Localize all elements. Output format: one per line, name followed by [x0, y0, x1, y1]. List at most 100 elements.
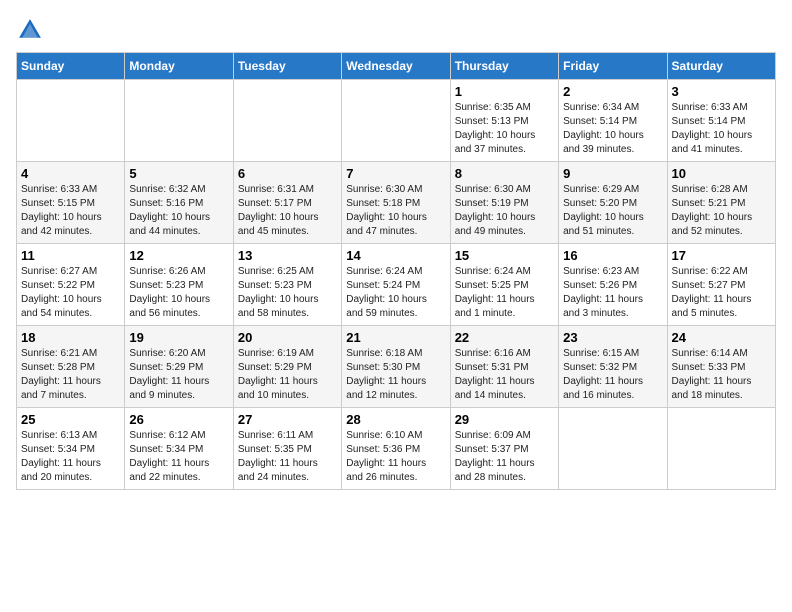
day-number: 28 [346, 412, 445, 427]
day-number: 7 [346, 166, 445, 181]
calendar-cell: 27 Sunrise: 6:11 AM Sunset: 5:35 PM Dayli… [233, 408, 341, 490]
day-number: 9 [563, 166, 662, 181]
day-number: 26 [129, 412, 228, 427]
calendar-cell: 22 Sunrise: 6:16 AM Sunset: 5:31 PM Dayli… [450, 326, 558, 408]
day-number: 11 [21, 248, 120, 263]
day-number: 5 [129, 166, 228, 181]
week-row-3: 11 Sunrise: 6:27 AM Sunset: 5:22 PM Dayli… [17, 244, 776, 326]
weekday-header-wednesday: Wednesday [342, 53, 450, 80]
day-info: Sunrise: 6:32 AM Sunset: 5:16 PM Dayligh… [129, 183, 228, 239]
day-info: Sunrise: 6:26 AM Sunset: 5:23 PM Dayligh… [129, 265, 228, 321]
calendar-cell: 1Sunrise: 6:35 AM Sunset: 5:13 PM Daylig… [450, 80, 558, 162]
calendar-cell: 10 Sunrise: 6:28 AM Sunset: 5:21 PM Dayli… [667, 162, 775, 244]
calendar-cell: 29 Sunrise: 6:09 AM Sunset: 5:37 PM Dayli… [450, 408, 558, 490]
calendar-cell: 18 Sunrise: 6:21 AM Sunset: 5:28 PM Dayli… [17, 326, 125, 408]
calendar-cell: 21 Sunrise: 6:18 AM Sunset: 5:30 PM Dayli… [342, 326, 450, 408]
day-info: Sunrise: 6:24 AM Sunset: 5:25 PM Dayligh… [455, 265, 554, 321]
day-number: 29 [455, 412, 554, 427]
day-number: 17 [672, 248, 771, 263]
day-number: 27 [238, 412, 337, 427]
calendar-cell: 15 Sunrise: 6:24 AM Sunset: 5:25 PM Dayli… [450, 244, 558, 326]
calendar-cell: 7 Sunrise: 6:30 AM Sunset: 5:18 PM Daylig… [342, 162, 450, 244]
day-info: Sunrise: 6:31 AM Sunset: 5:17 PM Dayligh… [238, 183, 337, 239]
day-info: Sunrise: 6:33 AM Sunset: 5:15 PM Dayligh… [21, 183, 120, 239]
day-info: Sunrise: 6:30 AM Sunset: 5:18 PM Dayligh… [346, 183, 445, 239]
weekday-header-monday: Monday [125, 53, 233, 80]
day-number: 8 [455, 166, 554, 181]
day-info: Sunrise: 6:18 AM Sunset: 5:30 PM Dayligh… [346, 347, 445, 403]
day-number: 24 [672, 330, 771, 345]
weekday-header-sunday: Sunday [17, 53, 125, 80]
calendar-cell: 11 Sunrise: 6:27 AM Sunset: 5:22 PM Dayli… [17, 244, 125, 326]
day-number: 13 [238, 248, 337, 263]
day-info: Sunrise: 6:19 AM Sunset: 5:29 PM Dayligh… [238, 347, 337, 403]
calendar-cell: 17 Sunrise: 6:22 AM Sunset: 5:27 PM Dayli… [667, 244, 775, 326]
calendar-cell: 4 Sunrise: 6:33 AM Sunset: 5:15 PM Daylig… [17, 162, 125, 244]
day-info: Sunrise: 6:30 AM Sunset: 5:19 PM Dayligh… [455, 183, 554, 239]
day-info: Sunrise: 6:16 AM Sunset: 5:31 PM Dayligh… [455, 347, 554, 403]
day-number: 2 [563, 84, 662, 99]
day-info: Sunrise: 6:14 AM Sunset: 5:33 PM Dayligh… [672, 347, 771, 403]
logo-icon [16, 16, 44, 44]
day-info: Sunrise: 6:22 AM Sunset: 5:27 PM Dayligh… [672, 265, 771, 321]
day-number: 10 [672, 166, 771, 181]
calendar-cell: 9 Sunrise: 6:29 AM Sunset: 5:20 PM Daylig… [559, 162, 667, 244]
calendar-cell: 20 Sunrise: 6:19 AM Sunset: 5:29 PM Dayli… [233, 326, 341, 408]
calendar-cell [667, 408, 775, 490]
day-info: Sunrise: 6:15 AM Sunset: 5:32 PM Dayligh… [563, 347, 662, 403]
day-number: 22 [455, 330, 554, 345]
calendar-cell: 26Sunrise: 6:12 AM Sunset: 5:34 PM Dayli… [125, 408, 233, 490]
calendar-cell: 19 Sunrise: 6:20 AM Sunset: 5:29 PM Dayli… [125, 326, 233, 408]
calendar-body: 1Sunrise: 6:35 AM Sunset: 5:13 PM Daylig… [17, 80, 776, 490]
weekday-header-tuesday: Tuesday [233, 53, 341, 80]
calendar-cell: 8 Sunrise: 6:30 AM Sunset: 5:19 PM Daylig… [450, 162, 558, 244]
calendar-cell [233, 80, 341, 162]
page-header [16, 16, 776, 44]
week-row-4: 18 Sunrise: 6:21 AM Sunset: 5:28 PM Dayli… [17, 326, 776, 408]
calendar-cell [559, 408, 667, 490]
calendar-table: SundayMondayTuesdayWednesdayThursdayFrid… [16, 52, 776, 490]
calendar-cell: 2Sunrise: 6:34 AM Sunset: 5:14 PM Daylig… [559, 80, 667, 162]
day-number: 16 [563, 248, 662, 263]
calendar-cell [125, 80, 233, 162]
calendar-cell: 16 Sunrise: 6:23 AM Sunset: 5:26 PM Dayli… [559, 244, 667, 326]
week-row-5: 25Sunrise: 6:13 AM Sunset: 5:34 PM Dayli… [17, 408, 776, 490]
day-info: Sunrise: 6:23 AM Sunset: 5:26 PM Dayligh… [563, 265, 662, 321]
calendar-cell: 25Sunrise: 6:13 AM Sunset: 5:34 PM Dayli… [17, 408, 125, 490]
day-number: 14 [346, 248, 445, 263]
calendar-cell: 24 Sunrise: 6:14 AM Sunset: 5:33 PM Dayli… [667, 326, 775, 408]
calendar-cell: 23 Sunrise: 6:15 AM Sunset: 5:32 PM Dayli… [559, 326, 667, 408]
day-number: 21 [346, 330, 445, 345]
day-info: Sunrise: 6:24 AM Sunset: 5:24 PM Dayligh… [346, 265, 445, 321]
day-info: Sunrise: 6:28 AM Sunset: 5:21 PM Dayligh… [672, 183, 771, 239]
day-info: Sunrise: 6:11 AM Sunset: 5:35 PM Dayligh… [238, 429, 337, 485]
calendar-cell: 13 Sunrise: 6:25 AM Sunset: 5:23 PM Dayli… [233, 244, 341, 326]
calendar-cell: 12Sunrise: 6:26 AM Sunset: 5:23 PM Dayli… [125, 244, 233, 326]
day-info: Sunrise: 6:25 AM Sunset: 5:23 PM Dayligh… [238, 265, 337, 321]
calendar-header: SundayMondayTuesdayWednesdayThursdayFrid… [17, 53, 776, 80]
week-row-2: 4 Sunrise: 6:33 AM Sunset: 5:15 PM Daylig… [17, 162, 776, 244]
day-number: 18 [21, 330, 120, 345]
day-number: 4 [21, 166, 120, 181]
day-info: Sunrise: 6:20 AM Sunset: 5:29 PM Dayligh… [129, 347, 228, 403]
day-info: Sunrise: 6:09 AM Sunset: 5:37 PM Dayligh… [455, 429, 554, 485]
day-number: 6 [238, 166, 337, 181]
day-info: Sunrise: 6:27 AM Sunset: 5:22 PM Dayligh… [21, 265, 120, 321]
day-info: Sunrise: 6:33 AM Sunset: 5:14 PM Dayligh… [672, 101, 771, 157]
day-number: 3 [672, 84, 771, 99]
calendar-cell [17, 80, 125, 162]
day-number: 15 [455, 248, 554, 263]
day-info: Sunrise: 6:10 AM Sunset: 5:36 PM Dayligh… [346, 429, 445, 485]
day-info: Sunrise: 6:13 AM Sunset: 5:34 PM Dayligh… [21, 429, 120, 485]
calendar-cell: 14 Sunrise: 6:24 AM Sunset: 5:24 PM Dayli… [342, 244, 450, 326]
day-number: 23 [563, 330, 662, 345]
day-number: 19 [129, 330, 228, 345]
day-number: 1 [455, 84, 554, 99]
calendar-cell: 28 Sunrise: 6:10 AM Sunset: 5:36 PM Dayli… [342, 408, 450, 490]
day-info: Sunrise: 6:29 AM Sunset: 5:20 PM Dayligh… [563, 183, 662, 239]
weekday-header-saturday: Saturday [667, 53, 775, 80]
weekday-header-friday: Friday [559, 53, 667, 80]
weekday-header-thursday: Thursday [450, 53, 558, 80]
day-info: Sunrise: 6:21 AM Sunset: 5:28 PM Dayligh… [21, 347, 120, 403]
day-number: 20 [238, 330, 337, 345]
